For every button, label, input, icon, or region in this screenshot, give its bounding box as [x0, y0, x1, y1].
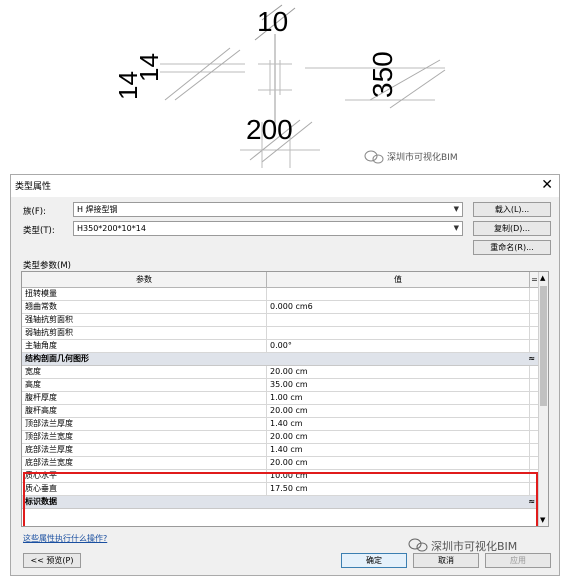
dim-height: 350 [367, 51, 398, 98]
type-select-value: H350*200*10*14 [77, 224, 146, 233]
group-structural-geometry[interactable]: 结构剖面几何图形 ≈ [22, 353, 539, 366]
table-row[interactable]: 顶部法兰厚度 1.40 cm [22, 418, 539, 431]
table-row[interactable]: 质心垂直 17.50 cm [22, 483, 539, 496]
type-properties-dialog: 类型属性 ✕ 族(F): H 焊接型钢 ▼ 载入(L)... 类型(T): H3… [10, 174, 560, 576]
param-value-cell[interactable]: 0.000 cm6 [267, 301, 529, 313]
param-name-cell: 强轴抗剪面积 [22, 314, 267, 326]
param-value-cell[interactable]: 17.50 cm [267, 483, 529, 495]
dim-flange-thickness-b: 14 [134, 53, 164, 82]
param-value-cell[interactable] [267, 314, 529, 326]
table-row[interactable]: 弱轴抗剪面积 [22, 327, 539, 340]
chevron-down-icon: ▼ [453, 205, 459, 213]
param-value-cell[interactable]: 0.00° [267, 340, 529, 352]
scroll-down-icon[interactable]: ▼ [540, 516, 545, 524]
chevron-down-icon: ▼ [453, 224, 459, 232]
collapse-toggle-icon[interactable]: ≈ [528, 496, 535, 508]
dialog-title: 类型属性 [15, 182, 52, 192]
close-icon[interactable]: ✕ [541, 176, 553, 194]
type-label: 类型(T): [23, 226, 55, 236]
param-value-cell[interactable]: 20.00 cm [267, 366, 529, 378]
param-value-cell[interactable]: 20.00 cm [267, 431, 529, 443]
param-name-cell: 底部法兰厚度 [22, 444, 267, 456]
param-name-cell: 顶部法兰宽度 [22, 431, 267, 443]
watermark-top: 深圳市可视化BIM [387, 151, 458, 163]
param-name-cell: 底部法兰宽度 [22, 457, 267, 469]
param-value-cell[interactable] [267, 327, 529, 339]
table-scrollbar[interactable]: ▲ ▼ [538, 272, 548, 526]
param-value-cell[interactable]: 20.00 cm [267, 457, 529, 469]
duplicate-button[interactable]: 复制(D)... [473, 221, 551, 236]
table-row[interactable]: 顶部法兰宽度 20.00 cm [22, 431, 539, 444]
wechat-logo-icon [364, 150, 384, 164]
table-row[interactable]: 底部法兰厚度 1.40 cm [22, 444, 539, 457]
table-row[interactable]: 扭转模量 [22, 288, 539, 301]
family-label: 族(F): [23, 207, 46, 217]
param-value-cell[interactable] [267, 288, 529, 300]
param-name-cell: 顶部法兰厚度 [22, 418, 267, 430]
table-row[interactable]: 主轴角度 0.00° [22, 340, 539, 353]
table-row[interactable]: 腹杆厚度 1.00 cm [22, 392, 539, 405]
param-value-cell[interactable]: 10.00 cm [267, 470, 529, 482]
dim-width: 200 [246, 114, 293, 145]
wechat-logo-icon [408, 538, 428, 552]
table-row[interactable]: 翘曲常数 0.000 cm6 [22, 301, 539, 314]
group-label: 标识数据 [25, 497, 57, 506]
scroll-thumb[interactable] [540, 286, 547, 406]
param-name-cell: 质心垂直 [22, 483, 267, 495]
param-name-cell: 主轴角度 [22, 340, 267, 352]
rename-button[interactable]: 重命名(R)... [473, 240, 551, 255]
help-link[interactable]: 这些属性执行什么操作? [23, 533, 107, 544]
type-params-label: 类型参数(M) [23, 261, 71, 271]
group-label: 结构剖面几何图形 [25, 354, 89, 363]
table-row[interactable]: 腹杆高度 20.00 cm [22, 405, 539, 418]
param-value-cell[interactable]: 20.00 cm [267, 405, 529, 417]
load-button[interactable]: 载入(L)... [473, 202, 551, 217]
table-row[interactable]: 宽度 20.00 cm [22, 366, 539, 379]
param-name-cell: 宽度 [22, 366, 267, 378]
table-row[interactable]: 强轴抗剪面积 [22, 314, 539, 327]
apply-button[interactable]: 应用 [485, 553, 551, 568]
parameter-table: 参数 值 = 扭转模量 翘曲常数 0.000 cm6 强轴抗剪面积 弱轴抗剪面积 主轴角度… [21, 271, 549, 527]
param-name-cell: 腹杆高度 [22, 405, 267, 417]
param-name-cell: 扭转模量 [22, 288, 267, 300]
param-name-cell: 弱轴抗剪面积 [22, 327, 267, 339]
param-value-cell[interactable]: 35.00 cm [267, 379, 529, 391]
title-bar: 类型属性 ✕ [11, 175, 559, 197]
cancel-button[interactable]: 取消 [413, 553, 479, 568]
family-select-value: H 焊接型钢 [77, 205, 118, 214]
column-header-value: 值 [394, 275, 402, 284]
param-value-cell[interactable]: 1.40 cm [267, 418, 529, 430]
type-select[interactable]: H350*200*10*14 ▼ [73, 221, 463, 236]
param-name-cell: 翘曲常数 [22, 301, 267, 313]
watermark-bottom: 深圳市可视化BIM [431, 540, 518, 553]
column-header-param: 参数 [22, 272, 267, 288]
table-header: 参数 值 = [22, 272, 539, 288]
param-value-cell[interactable]: 1.00 cm [267, 392, 529, 404]
collapse-toggle-icon[interactable]: ≈ [528, 353, 535, 365]
scroll-up-icon[interactable]: ▲ [540, 274, 545, 282]
table-row[interactable]: 底部法兰宽度 20.00 cm [22, 457, 539, 470]
param-name-cell: 高度 [22, 379, 267, 391]
param-name-cell: 质心水平 [22, 470, 267, 482]
family-select[interactable]: H 焊接型钢 ▼ [73, 202, 463, 217]
group-identity-data[interactable]: 标识数据 ≈ [22, 496, 539, 509]
section-dimension-diagram: 10 14 14 350 200 深圳市可视化BIM [113, 4, 458, 168]
dim-web-thickness: 10 [257, 6, 288, 37]
param-name-cell: 腹杆厚度 [22, 392, 267, 404]
table-body: 扭转模量 翘曲常数 0.000 cm6 强轴抗剪面积 弱轴抗剪面积 主轴角度 0.00° 结构… [22, 288, 539, 509]
ok-button[interactable]: 确定 [341, 553, 407, 568]
table-row[interactable]: 高度 35.00 cm [22, 379, 539, 392]
param-value-cell[interactable]: 1.40 cm [267, 444, 529, 456]
table-row[interactable]: 质心水平 10.00 cm [22, 470, 539, 483]
preview-button[interactable]: << 预览(P) [23, 553, 81, 568]
